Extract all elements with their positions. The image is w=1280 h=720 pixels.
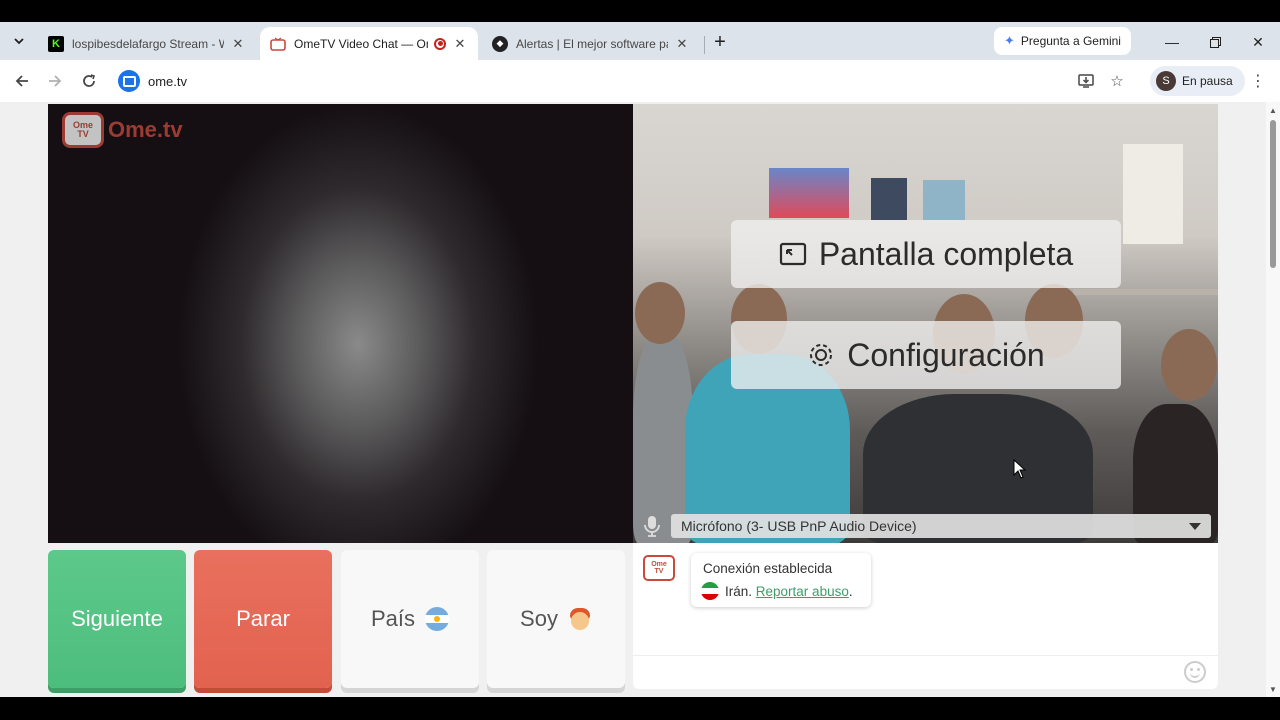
tab-ometv[interactable]: OmeTV Video Chat — Ome ✕: [260, 27, 478, 60]
ometv-page: Ome TV Ome.tv Pantalla completa Configur…: [0, 102, 1266, 697]
browser-toolbar: ome.tv ☆ S En pausa ⋮: [0, 60, 1280, 102]
close-window-icon[interactable]: ✕: [1246, 30, 1270, 54]
country-button[interactable]: País: [341, 550, 479, 688]
logo-text: Ome.tv: [108, 117, 183, 142]
gender-button[interactable]: Soy: [487, 550, 625, 688]
close-tab-icon[interactable]: ✕: [674, 36, 690, 52]
site-video-icon[interactable]: [118, 70, 140, 92]
person: [633, 334, 693, 543]
tab-title: Alertas | El mejor software para: [516, 36, 668, 51]
scrollbar-thumb[interactable]: [1270, 120, 1276, 268]
country-label: País: [370, 606, 416, 631]
ometv-tv-icon: Ome TV: [62, 112, 104, 148]
tab-kick-stream[interactable]: K lospibesdelafargo Stream - Wat ✕: [38, 27, 256, 60]
browser-menu-icon[interactable]: ⋮: [1250, 69, 1266, 93]
close-tab-icon[interactable]: ✕: [230, 36, 246, 52]
chevron-down-icon: [1189, 523, 1201, 530]
install-app-icon[interactable]: [1074, 69, 1098, 93]
local-video: Ome TV Ome.tv: [48, 104, 633, 543]
forward-arrow-icon[interactable]: [43, 69, 67, 93]
gemini-sparkle-icon: ✦: [1004, 33, 1015, 48]
emoji-smile-icon[interactable]: [1184, 661, 1206, 683]
remote-video[interactable]: Pantalla completa Configuración Micrófon…: [633, 104, 1218, 543]
fullscreen-icon: [779, 242, 807, 266]
browser-tab-bar: K lospibesdelafargo Stream - Wat ✕ OmeTV…: [0, 22, 1280, 60]
tab-title: lospibesdelafargo Stream - Wat: [72, 36, 224, 51]
wall-shelf: [1123, 144, 1183, 244]
streamlabs-icon: ◆: [492, 35, 508, 52]
restore-icon[interactable]: [1203, 30, 1227, 54]
next-label: Siguiente: [71, 606, 163, 631]
address-bar[interactable]: ome.tv: [110, 65, 1140, 97]
scroll-up-icon[interactable]: ▲: [1269, 106, 1277, 115]
person-head: [1161, 329, 1217, 401]
wall-poster: [769, 168, 849, 218]
scroll-down-icon[interactable]: ▼: [1269, 685, 1277, 694]
bookmark-star-icon[interactable]: ☆: [1105, 69, 1129, 93]
close-tab-icon[interactable]: ✕: [452, 36, 468, 52]
tab-streamlabs-alerts[interactable]: ◆ Alertas | El mejor software para ✕: [482, 27, 700, 60]
microphone-select[interactable]: Micrófono (3- USB PnP Audio Device): [671, 514, 1211, 538]
reload-icon[interactable]: [77, 69, 101, 93]
partner-country: Irán.: [725, 583, 753, 599]
back-arrow-icon[interactable]: [10, 69, 34, 93]
settings-label: Configuración: [847, 336, 1045, 373]
mouse-cursor-icon: [1013, 458, 1027, 484]
argentina-flag-icon: [425, 607, 450, 631]
next-button[interactable]: Siguiente: [48, 550, 186, 688]
tab-separator: [704, 36, 705, 54]
minimize-icon[interactable]: —: [1160, 30, 1184, 54]
microphone-row: Micrófono (3- USB PnP Audio Device): [641, 514, 1211, 538]
wall-shelf: [1073, 289, 1218, 295]
new-tab-plus-icon[interactable]: +: [708, 30, 732, 54]
screen-bottom-border: [0, 697, 1280, 720]
screen-top-border: [0, 0, 1280, 22]
wall-poster: [923, 180, 965, 220]
settings-button[interactable]: Configuración: [731, 321, 1121, 389]
avatar: S: [1156, 71, 1176, 91]
tab-search-chevron-icon[interactable]: [7, 29, 31, 53]
chat-panel: Ome TV Conexión establecida Irán. Reporta…: [633, 543, 1218, 689]
ometv-icon: [270, 36, 286, 52]
stop-label: Parar: [236, 606, 290, 631]
tab-title: OmeTV Video Chat — Ome: [294, 36, 428, 51]
person-head: [635, 282, 685, 344]
page-scrollbar[interactable]: ▲ ▼: [1266, 102, 1280, 697]
url-text: ome.tv: [148, 73, 188, 89]
profile-status: En pausa: [1182, 74, 1233, 88]
profile-button[interactable]: S En pausa: [1150, 66, 1245, 96]
system-message: Conexión establecida Irán. Reportar abus…: [691, 553, 871, 607]
gemini-label: Pregunta a Gemini: [1020, 34, 1121, 48]
ometv-logo[interactable]: Ome TV Ome.tv: [62, 112, 183, 148]
recording-icon: [434, 37, 446, 50]
report-abuse-link[interactable]: Reportar abuso: [756, 584, 849, 599]
kick-icon: K: [48, 35, 64, 52]
boy-emoji-icon: [568, 607, 592, 631]
wall-poster: [871, 178, 907, 220]
ometv-tv-icon: Ome TV: [643, 555, 675, 581]
report-suffix: .: [848, 583, 853, 599]
microphone-icon: [641, 514, 663, 538]
fullscreen-button[interactable]: Pantalla completa: [731, 220, 1121, 288]
fullscreen-label: Pantalla completa: [818, 235, 1074, 272]
gender-label: Soy: [520, 606, 558, 631]
chat-input-divider: [633, 655, 1218, 656]
microphone-value: Micrófono (3- USB PnP Audio Device): [681, 518, 917, 534]
connection-status: Conexión establecida: [703, 561, 833, 576]
gear-icon: [807, 341, 835, 369]
gemini-button[interactable]: ✦ Pregunta a Gemini: [994, 27, 1131, 55]
iran-flag-icon: [701, 582, 719, 600]
stop-button[interactable]: Parar: [194, 550, 332, 688]
